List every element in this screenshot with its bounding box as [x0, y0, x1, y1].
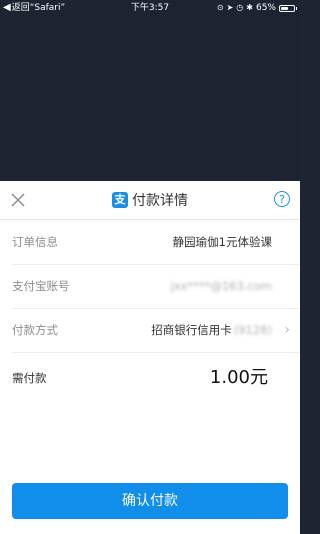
alarm-icon: ◷ [236, 3, 244, 12]
payment-method-label: 付款方式 [12, 323, 58, 337]
amount-value: 1.00元 [209, 367, 268, 388]
battery-icon [279, 4, 297, 12]
status-bar: ◀ 返回“Safari” 下午3:57 ⊙ ➤ ◷ ✱ 65% [0, 0, 300, 16]
help-button[interactable]: ? [274, 191, 290, 207]
sheet-title: 支 付款详情 [0, 181, 300, 219]
payment-method-value: 招商银行信用卡 (9128) [151, 308, 272, 352]
sheet-header: 支 付款详情 ? [0, 181, 300, 220]
order-info-label: 订单信息 [12, 235, 58, 249]
alipay-account-row: 支付宝账号 jxx****@163.com [12, 264, 300, 309]
chevron-right-icon: › [284, 322, 290, 338]
payment-method-name: 招商银行信用卡 [151, 323, 232, 337]
alipay-logo-icon: 支 [112, 192, 128, 208]
confirm-payment-button[interactable]: 确认付款 [12, 483, 288, 519]
location-icon: ➤ [226, 3, 234, 12]
bluetooth-icon: ✱ [246, 3, 253, 12]
order-info-value: 静园瑜伽1元体验课 [172, 235, 272, 249]
alipay-account-value: jxx****@163.com [170, 279, 272, 293]
payment-method-card-suffix: (9128) [233, 323, 272, 337]
sheet-title-text: 付款详情 [132, 193, 188, 209]
status-icons: ⊙ ➤ ◷ ✱ 65% [216, 0, 297, 16]
amount-row: 需付款 1.00元 [12, 356, 300, 400]
battery-percent: 65% [255, 3, 276, 13]
payment-sheet: 支 付款详情 ? 订单信息 静园瑜伽1元体验课 支付宝账号 jxx****@16… [0, 181, 300, 534]
payment-method-row[interactable]: 付款方式 招商银行信用卡 (9128) › [12, 308, 300, 353]
battery-fill [281, 6, 289, 10]
lock-rotation-icon: ⊙ [216, 3, 224, 12]
amount-label: 需付款 [12, 371, 47, 385]
alipay-account-label: 支付宝账号 [12, 279, 70, 293]
screen: ◀ 返回“Safari” 下午3:57 ⊙ ➤ ◷ ✱ 65% 支 付款详情 ?… [0, 0, 300, 534]
order-info-row: 订单信息 静园瑜伽1元体验课 [12, 220, 300, 265]
